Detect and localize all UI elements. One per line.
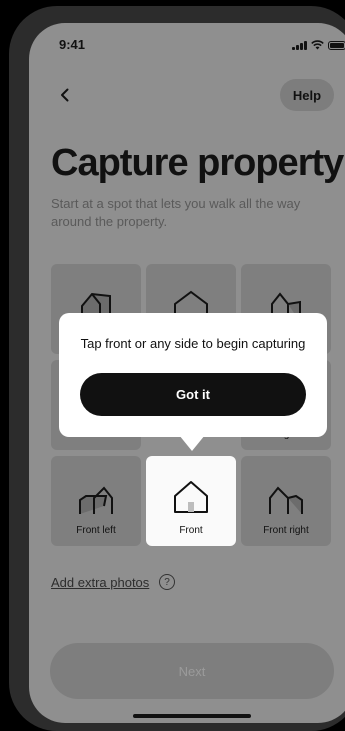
tile-front-left[interactable]: Front left: [51, 456, 141, 546]
tooltip-message: Tap front or any side to begin capturing: [80, 336, 306, 351]
tile-front-right-label: Front right: [263, 525, 309, 536]
page-subtitle: Start at a spot that lets you walk all t…: [51, 196, 301, 229]
next-button[interactable]: Next: [50, 643, 334, 699]
tile-front[interactable]: Front: [146, 456, 236, 546]
got-it-button[interactable]: Got it: [80, 373, 306, 416]
home-indicator: [133, 714, 251, 718]
status-icons: [292, 40, 345, 50]
page-title: Capture property: [51, 142, 344, 184]
status-bar: 9:41: [59, 34, 345, 56]
house-front-left-icon: [79, 486, 113, 514]
status-time: 9:41: [59, 37, 86, 52]
house-front-right-icon: [269, 486, 303, 514]
tile-front-label: Front: [179, 525, 203, 536]
tooltip-arrow: [179, 435, 205, 451]
cellular-signal-icon: [292, 40, 307, 50]
house-front-icon: [174, 481, 208, 513]
tile-front-right[interactable]: Front right: [241, 456, 331, 546]
screen: 9:41 Help Capture property Start at a sp…: [29, 23, 345, 723]
help-button[interactable]: Help: [280, 79, 334, 111]
onboarding-tooltip: Tap front or any side to begin capturing…: [59, 313, 327, 437]
help-circle-icon[interactable]: ?: [159, 574, 175, 590]
back-button[interactable]: [53, 83, 77, 107]
wifi-icon: [311, 40, 324, 50]
chevron-left-icon: [61, 88, 69, 102]
tile-front-left-label: Front left: [76, 525, 116, 536]
battery-icon: [328, 40, 345, 50]
phone-frame: 9:41 Help Capture property Start at a sp…: [9, 6, 345, 731]
add-extra-photos-link[interactable]: Add extra photos: [51, 575, 149, 590]
